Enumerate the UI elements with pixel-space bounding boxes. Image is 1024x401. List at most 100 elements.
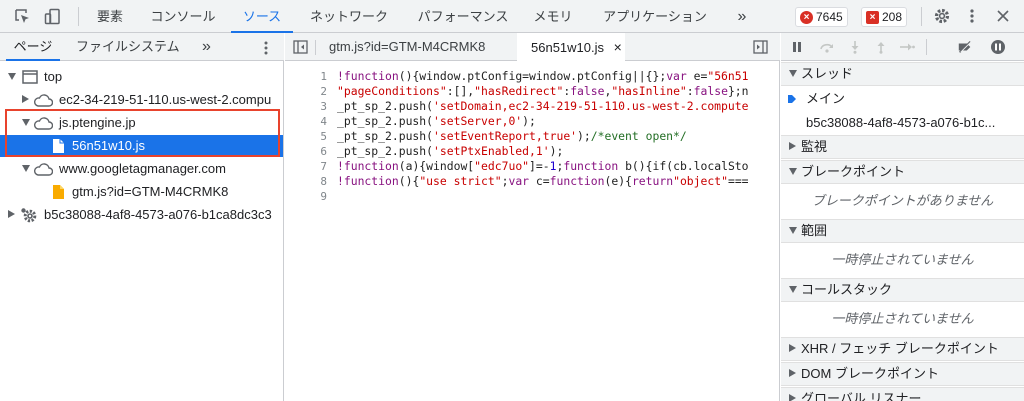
debugger-toolbar (781, 33, 1024, 61)
tab-sources[interactable]: ソース (231, 0, 293, 33)
section-title: 範囲 (801, 223, 828, 238)
line-number[interactable]: 7 (285, 159, 329, 174)
breakpoints-section-header[interactable]: ブレークポイント (781, 160, 1024, 184)
code-line[interactable]: !function(a){window["edc7uo"]=-1;functio… (337, 159, 779, 174)
code-line[interactable]: "pageConditions":[],"hasRedirect":false,… (337, 84, 779, 99)
tree-item-top[interactable]: top (0, 66, 283, 88)
code-token: ); (577, 129, 591, 143)
close-devtools-icon[interactable] (993, 6, 1013, 26)
tab-elements[interactable]: 要素 (87, 0, 133, 33)
tab-network[interactable]: ネットワーク (300, 0, 398, 33)
code-line[interactable]: !function(){window.ptConfig=window.ptCon… (337, 69, 779, 84)
thread-item-main[interactable]: メイン (781, 87, 1024, 111)
dom-breakpoints-section-header[interactable]: DOM ブレークポイント (781, 362, 1024, 386)
tab-performance[interactable]: パフォーマンス (407, 0, 519, 33)
code-line[interactable]: !function(){"use strict";var c=function(… (337, 174, 779, 189)
line-number[interactable]: 8 (285, 174, 329, 189)
expand-arrow-icon[interactable] (8, 210, 15, 218)
error-count-badge[interactable]: × 7645 (795, 7, 848, 27)
code-token: 'setEventReport,true' (433, 129, 578, 143)
global-listeners-section-header[interactable]: グローバル リスナー (781, 387, 1024, 401)
issue-count-badge[interactable]: × 208 (861, 7, 908, 27)
code-line[interactable]: _pt_sp_2.push('setEventReport,true');/*e… (337, 129, 779, 144)
code-line[interactable]: _pt_sp_2.push('setPtxEnabled,1'); (337, 144, 779, 159)
more-options-icon[interactable] (962, 6, 982, 26)
code-token: !function (337, 174, 399, 188)
tab-memory[interactable]: メモリ (528, 0, 578, 33)
line-number[interactable]: 5 (285, 129, 329, 144)
expand-arrow-icon[interactable] (22, 165, 30, 172)
expand-arrow-icon[interactable] (789, 142, 796, 150)
tree-item-worker[interactable]: b5c38088-4af8-4573-a076-b1ca8dc3c3 (0, 204, 283, 226)
line-number-gutter: 123456789 (285, 69, 329, 204)
expand-arrow-icon[interactable] (8, 73, 16, 80)
line-number[interactable]: 4 (285, 114, 329, 129)
tab-filesystem[interactable]: ファイルシステム (76, 33, 186, 61)
code-token: _pt_sp_2.push( (337, 129, 434, 143)
toggle-debugger-icon[interactable] (753, 40, 768, 54)
code-token: !function (337, 69, 399, 83)
tree-item-domain[interactable]: www.googletagmanager.com (0, 158, 283, 180)
expand-arrow-icon[interactable] (789, 394, 796, 401)
code-token: "hasRedirect" (474, 84, 564, 98)
code-line[interactable]: _pt_sp_2.push('setDomain,ec2-34-219-51-1… (337, 99, 779, 114)
collapse-arrow-icon[interactable] (789, 70, 797, 77)
step-into-icon[interactable] (847, 39, 863, 55)
collapse-arrow-icon[interactable] (789, 168, 797, 175)
cloud-icon (33, 94, 53, 107)
collapse-arrow-icon[interactable] (789, 227, 797, 234)
tree-item-domain[interactable]: ec2-34-219-51-110.us-west-2.compu (0, 89, 283, 111)
section-title: グローバル リスナー (801, 391, 922, 401)
code-area[interactable]: !function(){window.ptConfig=window.ptCon… (337, 69, 779, 204)
error-icon: × (800, 10, 813, 24)
editor-tab-56n51w10[interactable]: 56n51w10.js × (517, 33, 625, 61)
code-token: : (686, 84, 694, 98)
tab-application[interactable]: アプリケーション (585, 0, 725, 33)
inspect-element-icon[interactable] (12, 6, 32, 26)
code-token: c= (529, 174, 550, 188)
toggle-navigator-icon[interactable] (293, 40, 308, 54)
code-token: "use strict" (419, 174, 502, 188)
scope-section-header[interactable]: 範囲 (781, 219, 1024, 243)
code-token: "edc7uo" (474, 159, 530, 173)
code-token: ); (522, 114, 536, 128)
line-number[interactable]: 6 (285, 144, 329, 159)
code-token: e= (686, 69, 708, 83)
pause-on-exceptions-icon[interactable] (990, 39, 1006, 55)
watch-section-header[interactable]: 監視 (781, 135, 1024, 159)
pause-icon[interactable] (789, 39, 805, 55)
thread-item-worker[interactable]: b5c38088-4af8-4573-a076-b1c... (781, 111, 1024, 135)
callstack-section-header[interactable]: コールスタック (781, 278, 1024, 302)
device-toolbar-icon[interactable] (42, 6, 62, 26)
editor-tab-gtm[interactable]: gtm.js?id=GTM-M4CRMK8 (325, 33, 515, 61)
expand-arrow-icon[interactable] (789, 369, 796, 377)
step-out-icon[interactable] (873, 39, 889, 55)
step-icon[interactable] (899, 39, 915, 55)
line-number[interactable]: 3 (285, 99, 329, 114)
code-line[interactable] (337, 189, 779, 204)
no-breakpoints-message: ブレークポイントがありません (811, 193, 994, 208)
code-token: /*event open*/ (590, 129, 687, 143)
collapse-arrow-icon[interactable] (789, 286, 797, 293)
expand-arrow-icon[interactable] (22, 95, 29, 103)
tab-console[interactable]: コンソール (140, 0, 226, 33)
tab-page[interactable]: ページ (6, 33, 60, 61)
toolbar-divider (78, 7, 79, 26)
line-number[interactable]: 2 (285, 84, 329, 99)
line-number[interactable]: 9 (285, 189, 329, 204)
settings-gear-icon[interactable] (932, 6, 952, 26)
threads-section-header[interactable]: スレッド (781, 62, 1024, 86)
expand-arrow-icon[interactable] (789, 344, 796, 352)
deactivate-breakpoints-icon[interactable] (957, 39, 973, 55)
navigator-menu-icon[interactable] (263, 40, 269, 56)
error-count: 7645 (816, 10, 843, 24)
code-token: "object" (673, 174, 728, 188)
navigator-more-button[interactable]: » (202, 33, 211, 61)
line-number[interactable]: 1 (285, 69, 329, 84)
close-tab-icon[interactable]: × (614, 39, 622, 55)
tree-item-file[interactable]: gtm.js?id=GTM-M4CRMK8 (0, 181, 283, 203)
step-over-icon[interactable] (819, 39, 835, 55)
xhr-breakpoints-section-header[interactable]: XHR / フェッチ ブレークポイント (781, 337, 1024, 361)
code-line[interactable]: _pt_sp_2.push('setServer,0'); (337, 114, 779, 129)
more-tabs-button[interactable]: » (732, 0, 752, 33)
